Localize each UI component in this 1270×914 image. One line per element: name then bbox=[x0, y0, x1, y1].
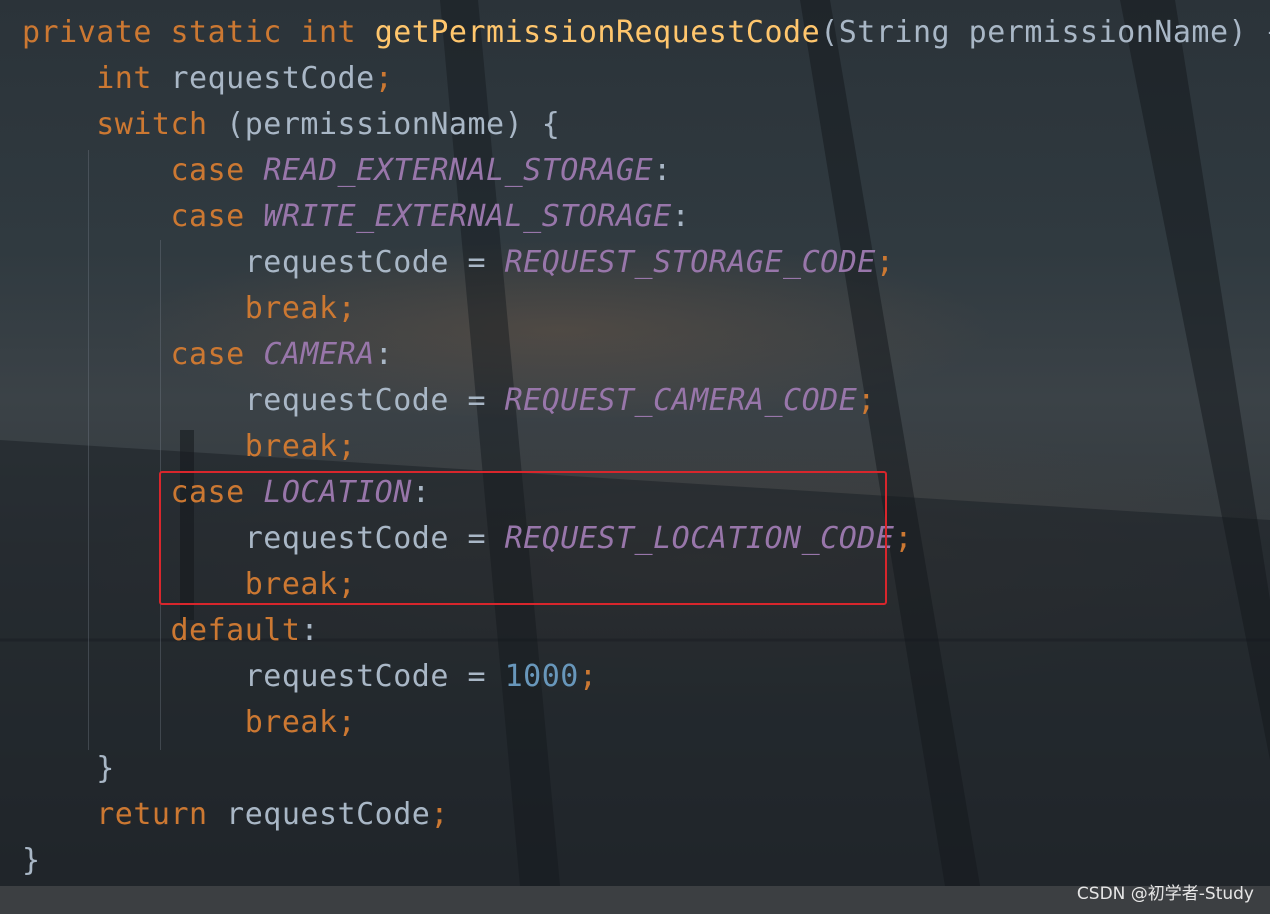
code-token: 1000 bbox=[504, 659, 579, 694]
code-token: case bbox=[170, 337, 245, 372]
code-token: static bbox=[170, 15, 282, 50]
code-editor[interactable]: private static int getPermissionRequestC… bbox=[0, 0, 1270, 886]
code-token: case bbox=[170, 153, 245, 188]
code-token: requestCode = bbox=[22, 383, 505, 418]
code-line[interactable]: switch (permissionName) { bbox=[22, 102, 560, 148]
code-token: : bbox=[374, 337, 394, 372]
code-token: default bbox=[170, 613, 301, 648]
code-token: int bbox=[300, 15, 357, 50]
code-token: WRITE_EXTERNAL_STORAGE bbox=[263, 199, 672, 234]
code-token: return bbox=[96, 797, 208, 832]
code-token: switch bbox=[96, 107, 208, 142]
code-token: ; bbox=[894, 521, 913, 556]
code-line[interactable]: case WRITE_EXTERNAL_STORAGE: bbox=[22, 194, 690, 240]
code-line[interactable]: requestCode = REQUEST_CAMERA_CODE; bbox=[22, 378, 876, 424]
code-token: case bbox=[170, 199, 245, 234]
code-token: ; bbox=[875, 245, 895, 280]
code-line[interactable]: requestCode = REQUEST_STORAGE_CODE; bbox=[22, 240, 894, 286]
code-token: ; bbox=[430, 797, 449, 832]
code-token: break bbox=[244, 705, 338, 740]
code-token: REQUEST_STORAGE_CODE bbox=[504, 245, 876, 280]
code-token: getPermissionRequestCode bbox=[374, 15, 821, 50]
code-token: break bbox=[244, 291, 338, 326]
code-token: : bbox=[300, 613, 319, 648]
code-area[interactable]: private static int getPermissionRequestC… bbox=[0, 0, 1270, 886]
code-line[interactable]: break; bbox=[22, 424, 356, 470]
code-token: ; bbox=[337, 429, 357, 464]
code-line[interactable]: case READ_EXTERNAL_STORAGE: bbox=[22, 148, 672, 194]
code-token: break bbox=[244, 429, 338, 464]
code-token: ; bbox=[578, 659, 598, 694]
code-token: (permissionName) { bbox=[207, 107, 561, 142]
code-token: REQUEST_CAMERA_CODE bbox=[504, 383, 858, 418]
code-token: int bbox=[96, 61, 152, 96]
code-line[interactable]: break; bbox=[22, 700, 356, 746]
location-case-highlight-box bbox=[159, 471, 887, 605]
code-token: ; bbox=[857, 383, 876, 418]
code-line[interactable]: requestCode = 1000; bbox=[22, 654, 597, 700]
code-token: READ_EXTERNAL_STORAGE bbox=[263, 153, 654, 188]
code-token: : bbox=[671, 199, 691, 234]
code-token: private bbox=[22, 15, 152, 50]
code-token: CAMERA bbox=[263, 337, 375, 372]
code-line[interactable]: int requestCode; bbox=[22, 56, 393, 102]
code-line[interactable]: } bbox=[22, 746, 115, 792]
code-line[interactable]: case CAMERA: bbox=[22, 332, 393, 378]
code-token: ; bbox=[374, 61, 394, 96]
code-token: : bbox=[653, 153, 672, 188]
code-token: ; bbox=[337, 705, 357, 740]
code-line[interactable]: return requestCode; bbox=[22, 792, 449, 838]
code-token: } bbox=[22, 843, 41, 878]
code-token: } bbox=[22, 751, 115, 786]
code-line[interactable]: break; bbox=[22, 286, 356, 332]
code-line[interactable]: private static int getPermissionRequestC… bbox=[22, 10, 1270, 56]
code-token: requestCode bbox=[207, 797, 431, 832]
watermark: CSDN @初学者-Study bbox=[1076, 884, 1254, 904]
code-line[interactable]: default: bbox=[22, 608, 319, 654]
code-token: ; bbox=[337, 291, 357, 326]
code-token: requestCode bbox=[151, 61, 375, 96]
code-token: (String permissionName) { bbox=[820, 15, 1270, 50]
code-token: requestCode = bbox=[22, 245, 505, 280]
code-token: requestCode = bbox=[22, 659, 505, 694]
code-line[interactable]: } bbox=[22, 838, 41, 884]
